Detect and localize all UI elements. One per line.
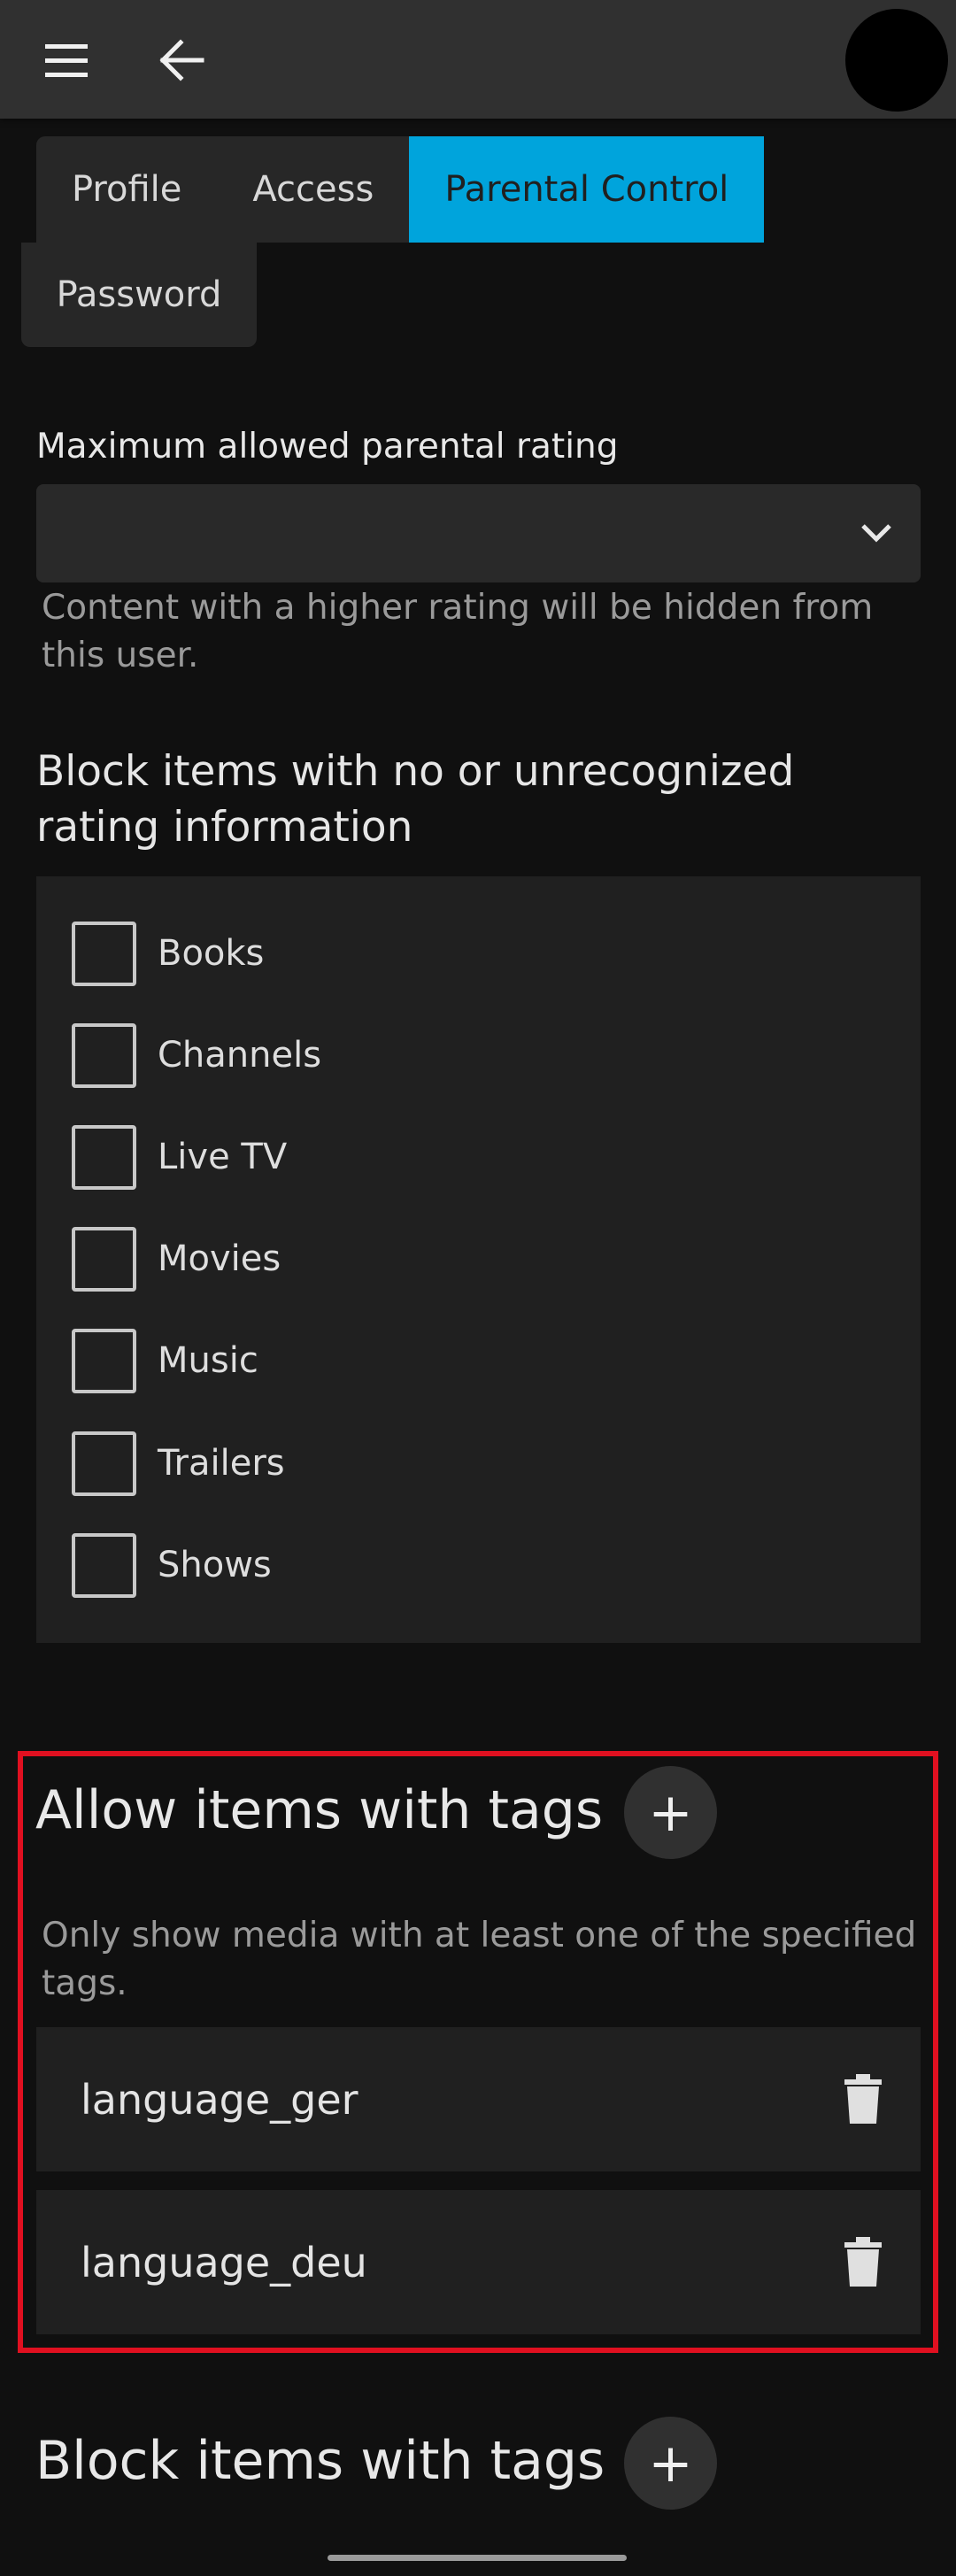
- block-unrated-heading: Block items with no or unrecognized rati…: [36, 747, 795, 852]
- tag-label: language_ger: [81, 2075, 358, 2124]
- checkbox-movies[interactable]: Movies: [72, 1225, 281, 1292]
- checkbox-square[interactable]: [72, 1226, 136, 1292]
- checkbox-square[interactable]: [72, 1124, 136, 1190]
- checkbox-label: Trailers: [158, 1443, 285, 1484]
- checkbox-square[interactable]: [72, 1022, 136, 1088]
- allow-tags-help: Only show media with at least one of the…: [42, 1916, 917, 2003]
- checkbox-trailers[interactable]: Trailers: [72, 1430, 285, 1497]
- tag-label: language_deu: [81, 2238, 367, 2287]
- add-allow-tag-button[interactable]: +: [624, 1766, 717, 1859]
- checkbox-label: Live TV: [158, 1137, 288, 1177]
- parental-rating-help: Content with a higher rating will be hid…: [42, 588, 874, 675]
- checkbox-label: Movies: [158, 1238, 281, 1279]
- user-avatar[interactable]: [845, 9, 948, 112]
- chevron-down-icon: [859, 518, 894, 551]
- checkbox-live-tv[interactable]: Live TV: [72, 1123, 287, 1191]
- tab-profile[interactable]: Profile: [36, 136, 217, 243]
- tab-parental-control[interactable]: Parental Control: [409, 136, 765, 243]
- add-block-tag-button[interactable]: +: [624, 2417, 717, 2510]
- allow-tags-heading: Allow items with tags: [35, 1779, 604, 1841]
- checkbox-square[interactable]: [72, 921, 136, 986]
- tag-row: language_deu: [36, 2190, 921, 2334]
- parental-rating-label: Maximum allowed parental rating: [36, 427, 619, 467]
- trash-icon[interactable]: [841, 2236, 885, 2288]
- hamburger-menu-icon[interactable]: [35, 34, 97, 87]
- checkbox-music[interactable]: Music: [72, 1327, 258, 1394]
- checkbox-square[interactable]: [72, 1532, 136, 1598]
- checkbox-square[interactable]: [72, 1431, 136, 1496]
- checkbox-channels[interactable]: Channels: [72, 1022, 321, 1089]
- tab-access[interactable]: Access: [217, 136, 409, 243]
- block-tags-heading: Block items with tags: [35, 2430, 605, 2492]
- checkbox-label: Books: [158, 933, 265, 974]
- top-app-bar: [0, 0, 956, 119]
- checkbox-label: Shows: [158, 1545, 272, 1585]
- parental-rating-select[interactable]: [36, 484, 921, 582]
- tab-bar: Profile Access Parental Control: [36, 136, 765, 243]
- home-indicator[interactable]: [328, 2555, 627, 2561]
- block-unrated-list: Books Channels Live TV Movies Music Trai…: [36, 876, 921, 1643]
- checkbox-shows[interactable]: Shows: [72, 1531, 272, 1599]
- arrow-back-icon[interactable]: [150, 34, 212, 87]
- checkbox-label: Music: [158, 1340, 258, 1381]
- checkbox-square[interactable]: [72, 1328, 136, 1393]
- tab-password[interactable]: Password: [21, 243, 257, 347]
- checkbox-label: Channels: [158, 1035, 322, 1076]
- trash-icon[interactable]: [841, 2073, 885, 2125]
- tag-row: language_ger: [36, 2027, 921, 2171]
- checkbox-books[interactable]: Books: [72, 920, 264, 987]
